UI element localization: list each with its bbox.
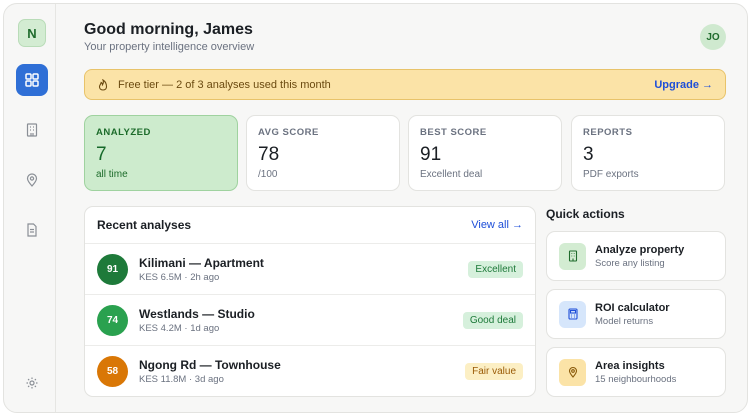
calculator-icon: [567, 308, 578, 320]
view-all-link[interactable]: View all →: [471, 219, 523, 231]
quick-action-icon-box: [559, 242, 586, 270]
greeting-title: Good morning, James: [84, 21, 253, 38]
sidebar-item-reports[interactable]: [16, 214, 48, 246]
analysis-row[interactable]: 74 Westlands — Studio KES 4.2M · 1d ago Goo…: [85, 295, 535, 346]
flame-icon: [98, 78, 108, 91]
recent-analyses-header: Recent analyses View all →: [85, 207, 535, 244]
greeting-subtitle: Your property intelligence overview: [84, 41, 255, 53]
rating-badge: Fair value: [465, 363, 523, 380]
analysis-row[interactable]: 58 Ngong Rd — Townhouse KES 11.8M · 3d ago…: [85, 346, 535, 396]
stat-value: 3: [583, 144, 594, 165]
banner-text: Free tier — 2 of 3 analyses used this mo…: [118, 78, 331, 91]
quick-action-label: Analyze property: [595, 243, 685, 256]
stat-sub: all time: [96, 169, 128, 180]
property-meta: KES 4.2M · 1d ago: [139, 322, 220, 334]
quick-action-text: Area insights 15 neighbourhoods: [595, 360, 676, 385]
recent-analyses-title: Recent analyses: [97, 218, 192, 232]
map-pin-icon: [568, 366, 577, 378]
document-icon: [27, 223, 37, 237]
score-circle: 58: [97, 356, 128, 387]
avatar[interactable]: JO: [700, 24, 726, 50]
map-pin-icon: [26, 173, 38, 187]
recent-analyses-panel: Recent analyses View all → 91 Kilimani — …: [84, 206, 536, 397]
gear-icon: [26, 377, 38, 389]
stat-card-best-score: BEST SCORE 91 Excellent deal: [408, 115, 562, 191]
rating-badge: Excellent: [468, 260, 523, 278]
stat-label: ANALYZED: [96, 127, 151, 138]
analysis-text: Ngong Rd — Townhouse KES 11.8M · 3d ago: [139, 358, 281, 385]
sidebar-item-areas[interactable]: [16, 164, 48, 196]
rating-badge: Good deal: [462, 311, 523, 329]
analysis-text: Kilimani — Apartment KES 6.5M · 2h ago: [139, 256, 264, 283]
stat-sub: /100: [258, 169, 278, 180]
quick-action-analyze-property[interactable]: Analyze property Score any listing: [546, 231, 726, 281]
sidebar-item-dashboard[interactable]: [16, 64, 48, 96]
stat-card-reports: REPORTS 3 PDF exports: [571, 115, 725, 191]
building-icon: [568, 250, 577, 262]
property-name: Ngong Rd — Townhouse: [139, 358, 281, 372]
stat-card-analyzed: ANALYZED 7 all time: [84, 115, 238, 191]
stat-label: BEST SCORE: [420, 127, 487, 138]
quick-action-text: ROI calculator Model returns: [595, 302, 670, 327]
analysis-text: Westlands — Studio KES 4.2M · 1d ago: [139, 307, 255, 334]
stat-label: REPORTS: [583, 127, 633, 138]
building-icon: [26, 123, 38, 137]
quick-action-roi-calculator[interactable]: ROI calculator Model returns: [546, 289, 726, 339]
stat-label: AVG SCORE: [258, 127, 319, 138]
sidebar-item-settings[interactable]: [16, 367, 48, 399]
sidebar: N: [4, 4, 56, 412]
free-tier-banner: Free tier — 2 of 3 analyses used this mo…: [84, 69, 726, 100]
quick-action-icon-box: [559, 358, 586, 386]
stat-sub: Excellent deal: [420, 169, 483, 180]
app-logo[interactable]: N: [18, 19, 46, 47]
stat-sub: PDF exports: [583, 169, 639, 180]
analysis-row[interactable]: 91 Kilimani — Apartment KES 6.5M · 2h ago E…: [85, 244, 535, 295]
dashboard-icon: [25, 73, 39, 87]
quick-actions-title: Quick actions: [546, 207, 625, 221]
quick-action-label: Area insights: [595, 359, 665, 372]
property-name: Kilimani — Apartment: [139, 255, 264, 270]
quick-action-sub: Score any listing: [595, 257, 665, 269]
quick-action-sub: 15 neighbourhoods: [595, 373, 677, 385]
property-name: Westlands — Studio: [139, 306, 255, 321]
app-window: N Good morning, James Your property inte…: [3, 3, 748, 413]
stat-value: 7: [96, 144, 107, 165]
stat-card-avg-score: AVG SCORE 78 /100: [246, 115, 400, 191]
property-meta: KES 6.5M · 2h ago: [139, 271, 220, 283]
quick-action-sub: Model returns: [595, 315, 654, 327]
quick-action-label: ROI calculator: [595, 301, 670, 314]
sidebar-item-properties[interactable]: [16, 114, 48, 146]
score-circle: 91: [97, 253, 128, 285]
upgrade-link[interactable]: Upgrade →: [654, 79, 713, 91]
stat-value: 91: [420, 144, 442, 165]
quick-action-icon-box: [559, 300, 586, 328]
score-circle: 74: [97, 304, 128, 336]
stat-value: 78: [258, 144, 280, 165]
quick-action-text: Analyze property Score any listing: [595, 244, 684, 269]
property-meta: KES 11.8M · 3d ago: [139, 374, 224, 385]
quick-action-area-insights[interactable]: Area insights 15 neighbourhoods: [546, 347, 726, 397]
